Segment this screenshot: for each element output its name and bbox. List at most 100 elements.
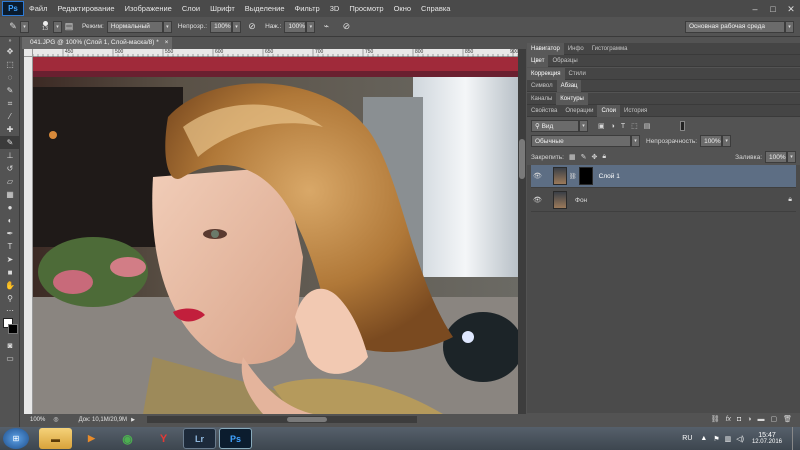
delete-layer-icon[interactable]: 🗑︎ [783,415,792,423]
pressure-dropdown[interactable]: ▾ [306,20,316,33]
scroll-thumb[interactable] [519,139,525,179]
close-icon[interactable]: ✕ [782,3,800,15]
menu-filter[interactable]: Фильтр [290,4,325,13]
filter-type-icon[interactable]: T [621,123,625,130]
media-player-icon[interactable]: ▶ [75,428,108,449]
layer-opacity-dropdown[interactable]: ▾ [722,135,732,147]
visibility-eye-icon[interactable]: 👁︎ [533,196,543,204]
document-size[interactable]: Док: 10,1M/20,9M [79,417,127,423]
pen-tool-icon[interactable]: ✒ [0,227,20,240]
clock[interactable]: 15:47 12.07.2016 [752,432,782,445]
pressure-opacity-icon[interactable]: ⊘ [245,20,259,34]
layer-name[interactable]: Фон [575,197,587,204]
menu-type[interactable]: Шрифт [205,4,240,13]
link-layers-icon[interactable]: ⛓︎ [711,415,720,423]
menu-edit[interactable]: Редактирование [52,4,119,13]
fill-dropdown[interactable]: ▾ [787,151,796,163]
pressure-size-icon[interactable]: ⊘ [339,20,353,34]
zoom-tool-icon[interactable]: ⚲ [0,292,20,305]
new-group-icon[interactable]: ▬ [757,416,764,423]
pressure-input[interactable]: 100% [284,20,307,33]
add-mask-icon[interactable]: ◘ [737,416,741,423]
menu-3d[interactable]: 3D [325,4,345,13]
menu-select[interactable]: Выделение [240,4,290,13]
start-button-icon[interactable]: ⊞ [3,428,29,449]
eyedropper-tool-icon[interactable]: ⁄ [0,110,20,123]
tab-swatches[interactable]: Образцы [548,55,581,67]
mode-dropdown[interactable]: ▾ [162,20,172,33]
hand-tool-icon[interactable]: ✋ [0,279,20,292]
workspace-select[interactable]: Основная рабочая среда [685,20,785,33]
zoom-level[interactable]: 100% [30,417,45,423]
menu-layers[interactable]: Слои [177,4,205,13]
dodge-tool-icon[interactable]: ◐ [0,214,20,227]
document-canvas[interactable] [33,57,518,414]
brush-tool-icon[interactable]: ✎ [6,20,20,34]
menu-window[interactable]: Окно [389,4,416,13]
new-layer-icon[interactable]: ▢ [770,415,777,423]
marquee-tool-icon[interactable]: ⬚ [0,58,20,71]
menu-image[interactable]: Изображение [120,4,177,13]
workspace-dropdown[interactable]: ▾ [785,20,794,33]
tab-channels[interactable]: Каналы [527,93,556,105]
shape-tool-icon[interactable]: ■ [0,266,20,279]
tab-layers[interactable]: Слои [597,104,621,117]
chain-link-icon[interactable]: ⛓︎ [569,173,577,180]
horizontal-scrollbar[interactable] [146,416,417,423]
tab-color[interactable]: Цвет [527,54,549,67]
tab-navigator[interactable]: Навигатор [527,42,564,55]
brush-size-dropdown[interactable]: ▾ [53,20,62,33]
visibility-eye-icon[interactable]: 👁︎ [533,172,543,180]
lock-pixels-icon[interactable]: ✎ [581,153,587,161]
brush-size-picker[interactable]: 13 [37,19,53,35]
type-tool-icon[interactable]: T [0,240,20,253]
close-document-icon[interactable]: × [165,39,169,46]
language-indicator[interactable]: RU [682,435,692,442]
menu-view[interactable]: Просмотр [344,4,388,13]
fill-input[interactable]: 100% [765,151,787,163]
minimize-icon[interactable]: – [746,3,764,15]
tab-histogram[interactable]: Гистограмма [588,43,632,55]
lock-position-icon[interactable]: ✥ [591,153,597,161]
lightroom-icon[interactable]: Lr [183,428,216,449]
screen-mode-icon[interactable]: ▭ [0,352,20,365]
layer-name[interactable]: Слой 1 [599,173,620,180]
background-color[interactable] [8,324,18,334]
filter-toggle[interactable] [680,121,686,131]
layer-row[interactable]: 👁︎ ⛓︎ Слой 1 [531,165,796,188]
filter-pixel-icon[interactable]: ▣ [598,122,605,130]
path-select-tool-icon[interactable]: ➤ [0,253,20,266]
eraser-tool-icon[interactable]: ▱ [0,175,20,188]
lock-all-icon[interactable]: 🔒︎ [602,153,606,161]
more-tools-icon[interactable]: ⋯ [0,305,20,315]
lock-transparency-icon[interactable]: ▦ [569,153,576,161]
crop-tool-icon[interactable]: ⌗ [0,97,20,110]
status-menu-arrow-icon[interactable]: ▶ [131,417,135,423]
color-swatches[interactable] [0,315,20,339]
tab-paths[interactable]: Контуры [556,92,588,105]
tab-info[interactable]: Инфо [564,43,588,55]
photoshop-taskbar-icon[interactable]: Ps [219,428,252,449]
horizontal-scroll-thumb[interactable] [286,417,327,422]
maximize-icon[interactable]: □ [764,3,782,15]
gradient-tool-icon[interactable]: ▦ [0,188,20,201]
clone-stamp-tool-icon[interactable]: ⊥ [0,149,20,162]
tab-history[interactable]: История [620,105,651,117]
move-tool-icon[interactable]: ✥ [0,45,20,58]
volume-icon[interactable]: ◁) [736,435,744,443]
menu-help[interactable]: Справка [416,4,455,13]
tab-adjustments[interactable]: Коррекция [527,67,565,80]
blur-tool-icon[interactable]: ● [0,201,20,214]
tab-actions[interactable]: Операции [561,105,597,117]
yandex-browser-icon[interactable]: Y [147,428,180,449]
opacity-dropdown[interactable]: ▾ [232,20,242,33]
tab-character[interactable]: Символ [527,80,557,92]
history-brush-tool-icon[interactable]: ↺ [0,162,20,175]
layer-row[interactable]: 👁︎ Фон 🔒︎ [531,189,796,212]
brush-panel-icon[interactable]: ▤ [62,20,76,34]
explorer-icon[interactable]: ▬ [39,428,72,449]
canvas-vertical-scrollbar[interactable] [518,49,526,414]
tray-expand-icon[interactable]: ▲ [700,435,707,442]
layer-style-icon[interactable]: fx [726,416,731,423]
blend-mode-select[interactable]: Обычные [531,135,631,147]
